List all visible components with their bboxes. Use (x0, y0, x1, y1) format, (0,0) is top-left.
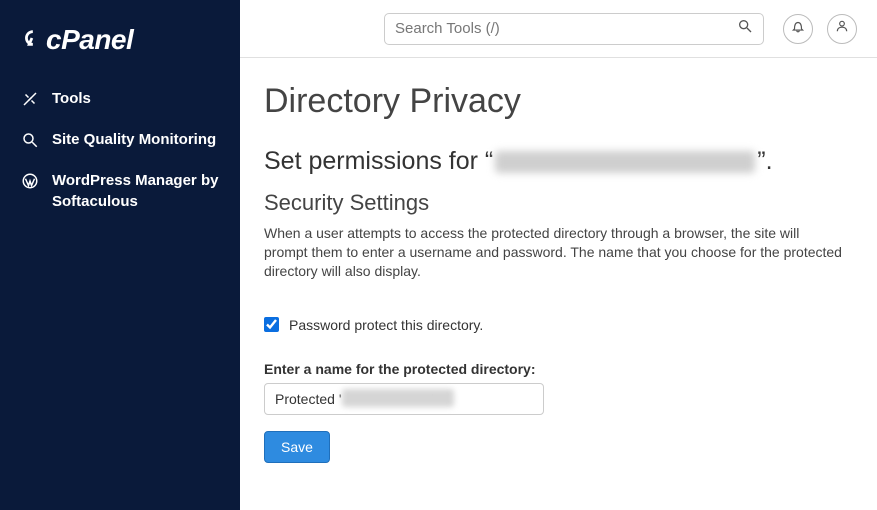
security-settings-description: When a user attempts to access the prote… (264, 224, 844, 281)
directory-name-wrapper (264, 383, 544, 431)
set-permissions-heading: Set permissions for “ ”. (264, 147, 853, 176)
magnifier-icon (20, 130, 40, 150)
search-wrapper[interactable] (384, 13, 764, 45)
sidebar-item-label: Site Quality Monitoring (52, 129, 220, 150)
notifications-button[interactable] (783, 14, 813, 44)
sidebar: cPanel Tools Site Quality Monitoring Wor… (0, 0, 240, 510)
tools-icon (20, 89, 40, 109)
topbar-right (783, 14, 857, 44)
user-icon (835, 19, 849, 38)
password-protect-row: Password protect this directory. (264, 317, 853, 333)
password-protect-label[interactable]: Password protect this directory. (289, 317, 483, 333)
page-title: Directory Privacy (264, 82, 853, 121)
sidebar-item-site-quality[interactable]: Site Quality Monitoring (20, 129, 220, 150)
brand-logo: cPanel (20, 24, 220, 56)
set-permissions-suffix: ”. (757, 147, 772, 175)
wordpress-icon (20, 171, 40, 191)
search-icon[interactable] (737, 18, 753, 39)
directory-name-label: Enter a name for the protected directory… (264, 361, 853, 377)
sidebar-item-label: WordPress Manager by Softaculous (52, 170, 220, 212)
bell-icon (791, 19, 805, 38)
topbar (240, 0, 877, 58)
security-settings-heading: Security Settings (264, 190, 853, 216)
account-button[interactable] (827, 14, 857, 44)
redacted-directory-name (495, 151, 755, 173)
password-protect-checkbox[interactable] (264, 317, 279, 332)
sidebar-item-label: Tools (52, 88, 220, 109)
sidebar-item-tools[interactable]: Tools (20, 88, 220, 109)
search-input[interactable] (395, 20, 737, 37)
save-button[interactable]: Save (264, 431, 330, 463)
content: Directory Privacy Set permissions for “ ”… (240, 58, 877, 487)
brand-name: cPanel (46, 24, 133, 56)
sidebar-nav: Tools Site Quality Monitoring WordPress … (20, 88, 220, 212)
main-area: Directory Privacy Set permissions for “ ”… (240, 0, 877, 510)
set-permissions-prefix: Set permissions for “ (264, 147, 493, 175)
directory-name-input[interactable] (264, 383, 544, 415)
sidebar-item-wordpress[interactable]: WordPress Manager by Softaculous (20, 170, 220, 212)
brand-logo-icon (20, 24, 42, 56)
